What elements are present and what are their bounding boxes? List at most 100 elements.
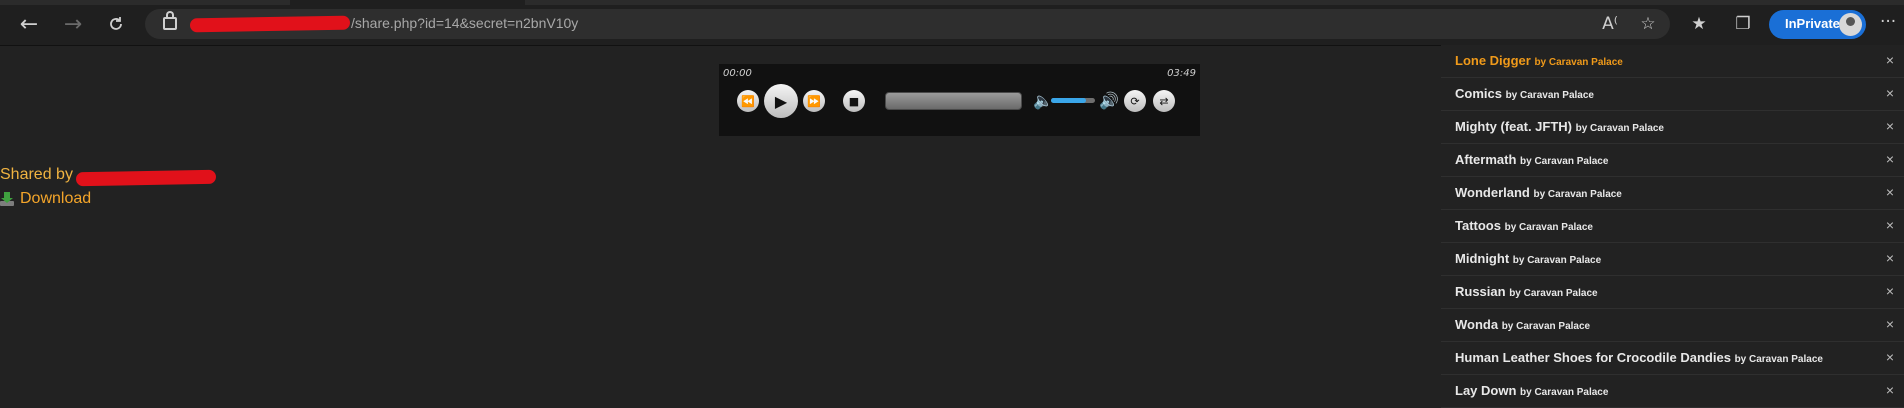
track-label: Midnight by Caravan Palace	[1455, 251, 1601, 266]
track-artist: by Caravan Palace	[1509, 288, 1598, 299]
close-icon[interactable]: ×	[1886, 283, 1894, 299]
close-icon[interactable]: ×	[1886, 217, 1894, 233]
track-label: Lay Down by Caravan Palace	[1455, 383, 1608, 398]
add-favorite-icon[interactable]: ☆	[1634, 10, 1662, 38]
download-link[interactable]: Download	[0, 190, 91, 208]
volume-level	[1051, 98, 1087, 103]
collections-icon[interactable]: ❐	[1729, 10, 1757, 38]
arrow-left-icon: ←	[19, 11, 39, 37]
playlist-item[interactable]: Lone Digger by Caravan Palace ×	[1441, 45, 1904, 78]
track-label: Lone Digger by Caravan Palace	[1455, 53, 1623, 68]
shared-by: Shared by	[0, 166, 73, 184]
playlist-item[interactable]: Aftermath by Caravan Palace ×	[1441, 144, 1904, 177]
arrow-right-icon: →	[63, 11, 83, 37]
track-title: Lone Digger	[1455, 53, 1535, 68]
stop-icon: ■	[848, 94, 860, 108]
track-label: Human Leather Shoes for Crocodile Dandie…	[1455, 350, 1823, 365]
rewind-icon: ⏪	[741, 94, 755, 108]
audio-player: 00:00 03:49 ⏪ ▶ ⏩ ■ 🔈 🔊 ⟳ ⇄	[719, 64, 1200, 136]
volume-slider[interactable]	[1051, 98, 1095, 103]
track-artist: by Caravan Palace	[1575, 123, 1664, 134]
track-artist: by Caravan Palace	[1734, 354, 1823, 365]
close-icon[interactable]: ×	[1886, 85, 1894, 101]
playlist-item[interactable]: Comics by Caravan Palace ×	[1441, 78, 1904, 111]
playlist-item[interactable]: Wonda by Caravan Palace ×	[1441, 309, 1904, 342]
track-artist: by Caravan Palace	[1504, 222, 1593, 233]
duration: 03:49	[1167, 68, 1196, 79]
track-artist: by Caravan Palace	[1534, 57, 1623, 68]
redacted-domain	[189, 15, 351, 33]
tab-strip-edge	[0, 0, 290, 5]
shuffle-button[interactable]: ⇄	[1153, 90, 1175, 112]
inprivate-label: InPrivate	[1785, 16, 1840, 31]
read-aloud-icon[interactable]: A⁽	[1596, 10, 1624, 38]
previous-button[interactable]: ⏪	[737, 90, 759, 112]
playlist-item[interactable]: Russian by Caravan Palace ×	[1441, 276, 1904, 309]
volume-mute-icon[interactable]: 🔈	[1033, 91, 1053, 110]
track-title: Mighty (feat. JFTH)	[1455, 119, 1576, 134]
track-label: Mighty (feat. JFTH) by Caravan Palace	[1455, 119, 1664, 134]
playlist-item[interactable]: Wonderland by Caravan Palace ×	[1441, 177, 1904, 210]
close-icon[interactable]: ×	[1886, 250, 1894, 266]
avatar	[1839, 13, 1862, 36]
download-label: Download	[20, 190, 92, 207]
shuffle-icon: ⇄	[1159, 94, 1169, 108]
favorites-icon[interactable]: ★	[1685, 10, 1713, 38]
close-icon[interactable]: ×	[1886, 184, 1894, 200]
close-icon[interactable]: ×	[1886, 382, 1894, 398]
browser-toolbar: ← → /share.php?id=14&secret=n2bnV10y A⁽ …	[0, 0, 1904, 46]
track-artist: by Caravan Palace	[1533, 189, 1622, 200]
lock-icon[interactable]	[163, 11, 177, 30]
more-icon[interactable]: ···	[1880, 12, 1896, 32]
back-button[interactable]: ←	[12, 8, 46, 40]
tab-strip-edge	[525, 0, 1904, 5]
track-title: Human Leather Shoes for Crocodile Dandie…	[1455, 350, 1735, 365]
download-icon	[0, 192, 14, 206]
play-button[interactable]: ▶	[764, 84, 798, 118]
playlist-item[interactable]: Lay Down by Caravan Palace ×	[1441, 375, 1904, 408]
redacted-username	[75, 169, 217, 187]
track-title: Aftermath	[1455, 152, 1521, 167]
track-title: Wonda	[1455, 317, 1502, 332]
track-title: Comics	[1455, 86, 1506, 101]
track-artist: by Caravan Palace	[1501, 321, 1591, 332]
track-title: Midnight	[1455, 251, 1513, 266]
progress-bar[interactable]	[885, 92, 1022, 110]
track-title: Lay Down	[1455, 383, 1521, 398]
shared-by-label: Shared by	[0, 166, 73, 183]
track-label: Tattoos by Caravan Palace	[1455, 218, 1593, 233]
volume-max-icon[interactable]: 🔊	[1099, 91, 1119, 110]
current-time: 00:00	[723, 68, 752, 79]
close-icon[interactable]: ×	[1886, 316, 1894, 332]
close-icon[interactable]: ×	[1886, 52, 1894, 68]
track-artist: by Caravan Palace	[1512, 255, 1602, 266]
track-title: Tattoos	[1455, 218, 1505, 233]
track-title: Wonderland	[1455, 185, 1534, 200]
forward-button[interactable]: →	[56, 8, 90, 40]
fast-forward-icon: ⏩	[807, 94, 821, 108]
track-artist: by Caravan Palace	[1520, 156, 1609, 167]
track-artist: by Caravan Palace	[1520, 387, 1609, 398]
address-bar[interactable]: /share.php?id=14&secret=n2bnV10y	[145, 9, 1670, 39]
next-button[interactable]: ⏩	[803, 90, 825, 112]
track-artist: by Caravan Palace	[1505, 90, 1594, 101]
play-icon: ▶	[774, 91, 788, 111]
repeat-button[interactable]: ⟳	[1124, 90, 1146, 112]
playlist-item[interactable]: Human Leather Shoes for Crocodile Dandie…	[1441, 342, 1904, 375]
playlist: Lone Digger by Caravan Palace × Comics by …	[1441, 45, 1904, 408]
close-icon[interactable]: ×	[1886, 349, 1894, 365]
close-icon[interactable]: ×	[1886, 151, 1894, 167]
refresh-button[interactable]	[99, 8, 133, 40]
playlist-item[interactable]: Mighty (feat. JFTH) by Caravan Palace ×	[1441, 111, 1904, 144]
track-label: Wonda by Caravan Palace	[1455, 317, 1590, 332]
inprivate-button[interactable]: InPrivate	[1769, 10, 1866, 39]
track-title: Russian	[1455, 284, 1510, 299]
close-icon[interactable]: ×	[1886, 118, 1894, 134]
track-label: Wonderland by Caravan Palace	[1455, 185, 1622, 200]
track-label: Aftermath by Caravan Palace	[1455, 152, 1608, 167]
url-text[interactable]: /share.php?id=14&secret=n2bnV10y	[351, 15, 578, 31]
stop-button[interactable]: ■	[843, 90, 865, 112]
track-label: Comics by Caravan Palace	[1455, 86, 1594, 101]
playlist-item[interactable]: Midnight by Caravan Palace ×	[1441, 243, 1904, 276]
playlist-item[interactable]: Tattoos by Caravan Palace ×	[1441, 210, 1904, 243]
